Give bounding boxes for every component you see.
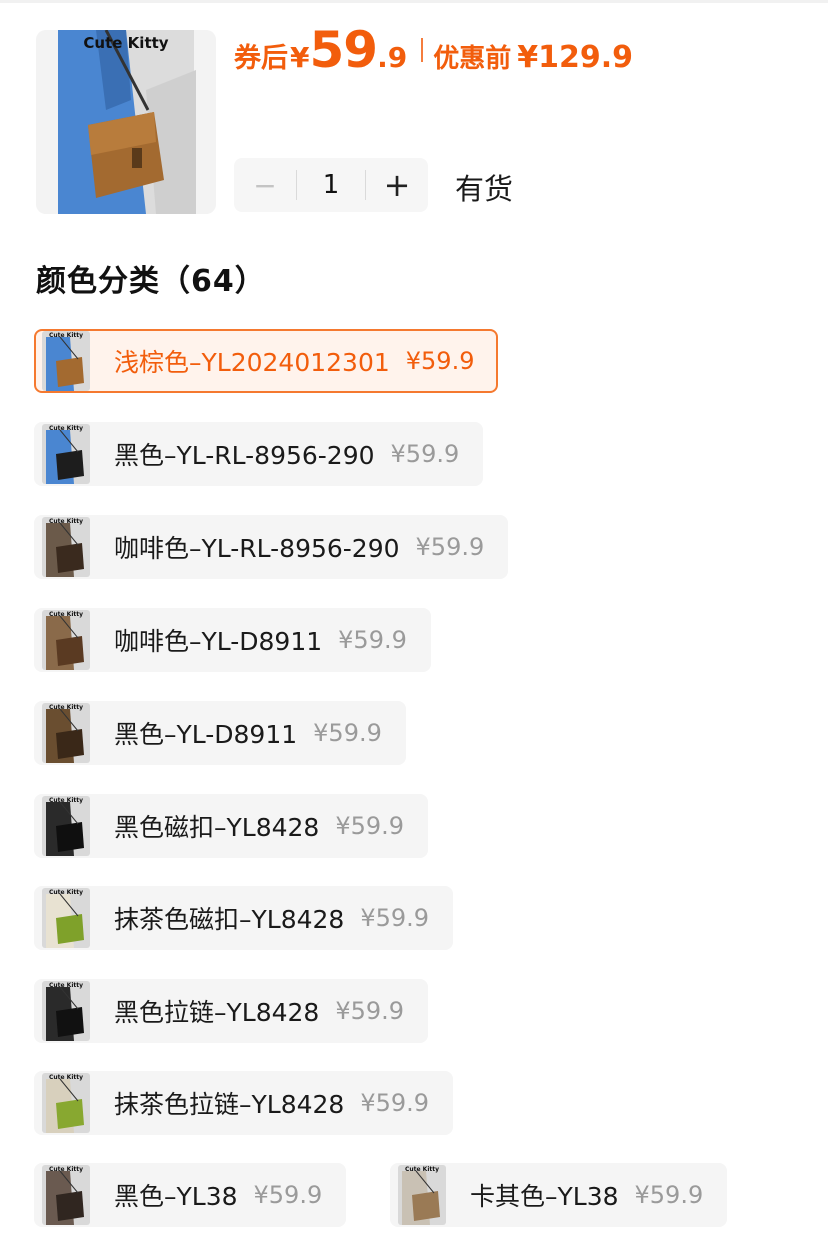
sku-option[interactable]: Cute Kitty 咖啡色–YL-RL-8956-290 ¥59.9 <box>34 515 509 579</box>
sku-thumbnail: Cute Kitty <box>42 796 90 856</box>
original-price: ¥129.9 <box>517 40 633 75</box>
brand-logo: Cute Kitty <box>48 425 84 432</box>
sku-name: 抹茶色拉链–YL8428 <box>114 1090 345 1119</box>
top-divider <box>0 0 828 3</box>
sku-name: 浅棕色–YL2024012301 <box>114 348 390 377</box>
brand-logo: Cute Kitty <box>48 518 84 525</box>
sku-price: ¥59.9 <box>313 719 382 747</box>
sku-thumbnail: Cute Kitty <box>42 1073 90 1133</box>
sku-price: ¥59.9 <box>338 626 407 654</box>
sku-price: ¥59.9 <box>253 1181 323 1209</box>
currency-symbol: ¥ <box>290 41 310 74</box>
sku-option[interactable]: Cute Kitty 黑色–YL-RL-8956-290 ¥59.9 <box>34 422 484 486</box>
sku-price: ¥59.9 <box>415 533 485 561</box>
after-coupon-label: 券后 <box>234 43 288 74</box>
sku-name: 黑色–YL38 <box>114 1182 238 1211</box>
brand-logo: Cute Kitty <box>48 1166 84 1173</box>
sku-name: 黑色拉链–YL8428 <box>114 998 320 1027</box>
sku-price: ¥59.9 <box>360 904 430 932</box>
brand-logo: Cute Kitty <box>48 1074 84 1081</box>
sku-price: ¥59.9 <box>335 997 405 1025</box>
sku-thumbnail: Cute Kitty <box>42 517 90 577</box>
sku-name: 黑色–YL-D8911 <box>114 720 298 749</box>
sku-name: 咖啡色–YL-D8911 <box>114 627 323 656</box>
sku-name: 咖啡色–YL-RL-8956-290 <box>114 534 400 563</box>
sku-thumbnail: Cute Kitty <box>42 331 90 391</box>
sku-thumbnail: Cute Kitty <box>42 703 90 763</box>
sku-thumbnail: Cute Kitty <box>42 610 90 670</box>
sku-name: 黑色–YL-RL-8956-290 <box>114 441 375 470</box>
sku-thumbnail: Cute Kitty <box>398 1165 446 1225</box>
price-row: 券后 ¥ 59 .9 优惠前 ¥129.9 <box>234 22 633 78</box>
sku-option[interactable]: Cute Kitty 咖啡色–YL-D8911 ¥59.9 <box>34 608 431 672</box>
sku-name: 卡其色–YL38 <box>470 1182 619 1211</box>
price-integer: 59 <box>309 21 378 79</box>
stock-status: 有货 <box>455 172 514 206</box>
color-category-title: 颜色分类（64） <box>36 264 266 299</box>
sku-option[interactable]: Cute Kitty 抹茶色拉链–YL8428 ¥59.9 <box>34 1071 454 1135</box>
sku-price: ¥59.9 <box>634 1181 704 1209</box>
brand-logo: Cute Kitty <box>48 797 84 804</box>
brand-logo: Cute Kitty <box>48 889 84 896</box>
sku-name: 黑色磁扣–YL8428 <box>114 813 320 842</box>
brand-logo: Cute Kitty <box>48 611 84 618</box>
price-separator <box>421 38 424 62</box>
sku-thumbnail: Cute Kitty <box>42 1165 90 1225</box>
brand-logo: Cute Kitty <box>48 982 84 989</box>
quantity-stepper: − 1 + <box>234 158 428 212</box>
sku-price: ¥59.9 <box>335 812 405 840</box>
sku-option[interactable]: Cute Kitty 浅棕色–YL2024012301 ¥59.9 <box>34 329 499 393</box>
sku-option[interactable]: Cute Kitty 卡其色–YL38 ¥59.9 <box>390 1163 728 1227</box>
quantity-value[interactable]: 1 <box>297 170 365 200</box>
sku-price: ¥59.9 <box>360 1089 430 1117</box>
sku-price: ¥59.9 <box>390 440 460 468</box>
original-price-label: 优惠前 <box>433 44 512 74</box>
brand-logo: Cute Kitty <box>48 704 84 711</box>
sku-thumbnail: Cute Kitty <box>42 424 90 484</box>
minus-icon[interactable]: − <box>234 158 296 212</box>
brand-logo: Cute Kitty <box>404 1166 440 1173</box>
sku-thumbnail: Cute Kitty <box>42 888 90 948</box>
sku-option[interactable]: Cute Kitty 抹茶色磁扣–YL8428 ¥59.9 <box>34 886 454 950</box>
sku-option[interactable]: Cute Kitty 黑色–YL38 ¥59.9 <box>34 1163 347 1227</box>
product-main-image[interactable]: Cute Kitty <box>36 30 216 214</box>
sku-thumbnail: Cute Kitty <box>42 981 90 1041</box>
sku-option[interactable]: Cute Kitty 黑色磁扣–YL8428 ¥59.9 <box>34 794 429 858</box>
sku-option[interactable]: Cute Kitty 黑色拉链–YL8428 ¥59.9 <box>34 979 429 1043</box>
sku-option[interactable]: Cute Kitty 黑色–YL-D8911 ¥59.9 <box>34 701 406 765</box>
brand-logo: Cute Kitty <box>83 34 169 52</box>
plus-icon[interactable]: + <box>366 158 428 212</box>
sku-name: 抹茶色磁扣–YL8428 <box>114 905 345 934</box>
brand-logo: Cute Kitty <box>48 332 84 339</box>
sku-price: ¥59.9 <box>405 347 475 375</box>
price-decimal: .9 <box>377 41 408 74</box>
